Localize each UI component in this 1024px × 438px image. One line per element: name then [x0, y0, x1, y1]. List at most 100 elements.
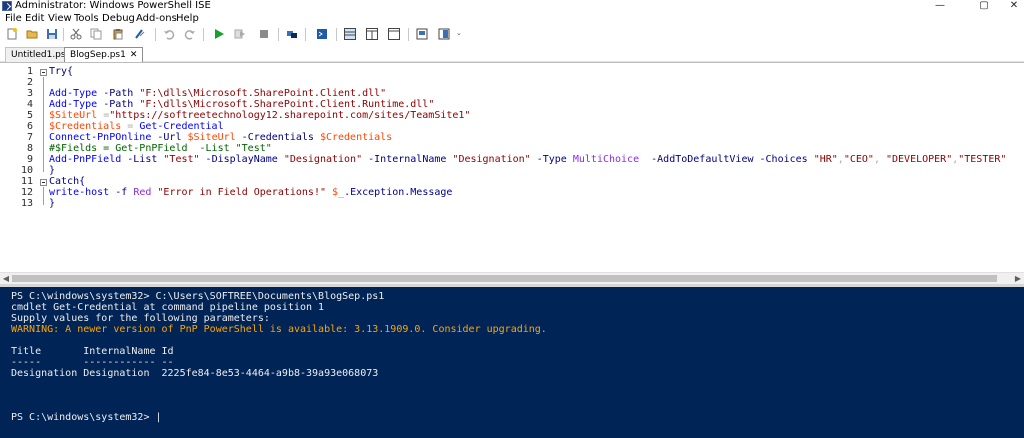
line-number: 10 [20, 165, 33, 176]
code-token: Add-Type [49, 99, 98, 110]
console-warning-line: WARNING: A newer version of PnP PowerShe… [11, 324, 547, 335]
minimize-button[interactable]: — [925, 0, 955, 12]
powershell-icon [2, 1, 12, 11]
code-token: "https://softreetechnology12.sharepoint.… [109, 110, 471, 121]
code-line: Add-PnPField -List "Test" -DisplayName "… [49, 154, 1024, 165]
code-token: $Credentials [49, 121, 122, 132]
toolbar-overflow-icon[interactable]: ⌄ [456, 29, 462, 37]
code-token: -DisplayName [199, 154, 284, 165]
toolbar-separator [336, 28, 337, 41]
code-line: $Credentials = Get-Credential [49, 121, 1024, 132]
line-number: 9 [26, 154, 33, 165]
code-token: Add-PnPField [49, 154, 122, 165]
line-number: 2 [26, 77, 33, 88]
console-line: Title InternalName Id [11, 346, 174, 357]
code-token: "Designation" [452, 154, 531, 165]
open-folder-icon[interactable] [26, 28, 38, 40]
line-number: 8 [26, 143, 33, 154]
new-remote-tab-icon[interactable] [286, 28, 298, 40]
show-commands-icon[interactable] [416, 28, 428, 40]
line-number: 7 [26, 132, 33, 143]
copy-icon[interactable] [90, 28, 102, 40]
redo-icon[interactable] [184, 28, 196, 40]
code-token: #$Fields = Get-PnPField -List "Test" [49, 143, 272, 154]
menu-debug[interactable]: Debug [102, 13, 135, 25]
cut-icon[interactable] [70, 28, 82, 40]
line-number: 4 [26, 99, 33, 110]
code-token: } [49, 198, 56, 209]
window-title: Administrator: Windows PowerShell ISE [15, 0, 211, 11]
console-line: ----- ------------ -- [11, 357, 174, 368]
close-tab-icon[interactable]: ✕ [130, 48, 138, 62]
save-icon[interactable] [46, 28, 58, 40]
menu-file[interactable]: File [5, 13, 22, 25]
code-token: = [97, 110, 110, 121]
code-token: "Error in Field Operations!" [157, 187, 326, 198]
code-token: "HR" [813, 154, 838, 165]
menu-tools[interactable]: Tools [74, 13, 99, 25]
code-token: Red [133, 187, 152, 198]
show-script-pane-max-icon[interactable] [388, 28, 400, 40]
tab-blogsep[interactable]: BlogSep.ps1 ✕ [64, 47, 144, 62]
undo-icon[interactable] [163, 28, 175, 40]
line-number: 11 [20, 176, 33, 187]
line-number-gutter: 1 2 3 4 5 6 7 8 9 10 11 12 13 [0, 63, 38, 273]
code-token: -Credentials [235, 132, 320, 143]
menu-edit[interactable]: Edit [25, 13, 44, 25]
line-number: 3 [26, 88, 33, 99]
code-line: #$Fields = Get-PnPField -List "Test" [49, 143, 1024, 154]
line-number: 1 [26, 66, 33, 77]
menu-view[interactable]: View [48, 13, 72, 25]
clear-console-icon[interactable] [134, 28, 146, 40]
fold-guide [43, 77, 44, 172]
paste-icon[interactable] [112, 28, 124, 40]
menu-addons[interactable]: Add-ons [136, 13, 177, 25]
code-token: = [121, 121, 140, 132]
console-line: Supply values for the following paramete… [11, 313, 270, 324]
code-token: "F:\dlls\Microsoft.SharePoint.Client.dll… [139, 88, 387, 99]
run-script-icon[interactable] [213, 28, 225, 40]
collapse-catch-icon[interactable] [40, 179, 47, 186]
code-token: "CEO" [843, 154, 874, 165]
close-button[interactable]: ✕ [1004, 0, 1024, 12]
menu-bar: File Edit View Tools Debug Add-ons Help [0, 13, 1024, 25]
toolbar: ⌄ [0, 25, 1024, 44]
new-file-icon[interactable] [6, 28, 18, 40]
toolbar-separator [63, 28, 64, 41]
line-number: 12 [20, 187, 33, 198]
show-script-pane-right-icon[interactable] [366, 28, 378, 40]
code-token: "Test" [163, 154, 200, 165]
code-line: Try{ [49, 66, 1024, 77]
code-token: -List [121, 154, 164, 165]
code-token: Add-Type [49, 88, 98, 99]
code-token: "DEVELOPER" [885, 154, 953, 165]
code-token: -Path [97, 99, 140, 110]
fold-guide [43, 187, 44, 205]
code-token: MultiChoice [572, 154, 640, 165]
stop-icon[interactable] [258, 28, 270, 40]
toolbar-separator [305, 28, 306, 41]
editor-horizontal-scrollbar[interactable]: ◀ ▶ [0, 272, 1024, 284]
scrollbar-thumb[interactable] [12, 275, 997, 282]
code-token: -f [109, 187, 134, 198]
run-selection-icon[interactable] [234, 28, 246, 40]
code-line: Add-Type -Path "F:\dlls\Microsoft.ShareP… [49, 88, 1024, 99]
tab-label: BlogSep.ps1 [70, 50, 126, 60]
script-editor[interactable]: 1 2 3 4 5 6 7 8 9 10 11 12 13 Try{Add-Type -Path "F:… [0, 62, 1024, 273]
start-powershell-icon[interactable] [316, 28, 328, 40]
script-tabs: Untitled1.ps1 BlogSep.ps1 ✕ [0, 44, 1024, 62]
code-line: } [49, 198, 1024, 209]
collapse-try-icon[interactable] [40, 69, 47, 76]
code-area[interactable]: Try{ Add-Type -Path "F:\dlls\Microsoft.Sh… [49, 66, 1024, 209]
console-pane[interactable]: PS C:\windows\system32> C:\Users\SOFTREE… [0, 287, 1024, 438]
code-token: $Credentials [319, 132, 393, 143]
code-token: -Path [97, 88, 140, 99]
show-addon-icon[interactable] [438, 28, 450, 40]
code-token: , [873, 154, 886, 165]
show-script-pane-top-icon[interactable] [344, 28, 356, 40]
code-token: Catch{ [49, 176, 86, 187]
menu-help[interactable]: Help [176, 13, 199, 25]
maximize-button[interactable]: ▢ [969, 0, 999, 12]
code-line: write-host -f Red "Error in Field Operat… [49, 187, 1024, 198]
